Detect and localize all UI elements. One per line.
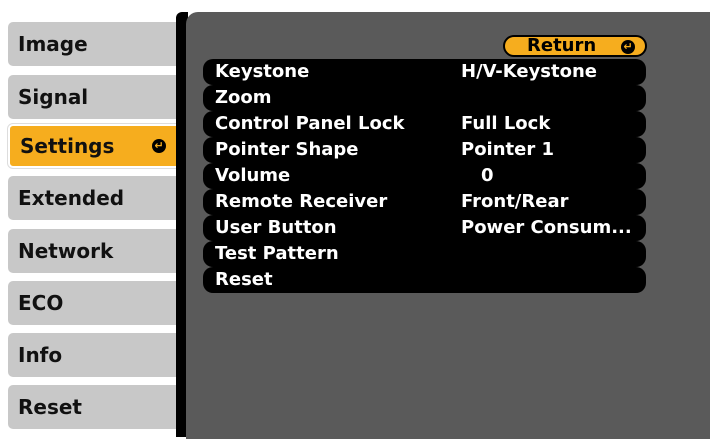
tab-eco[interactable]: ECO [8,281,180,325]
setting-value: Front/Rear [461,191,569,212]
tab-extended[interactable]: Extended [8,176,180,220]
tab-label: ECO [18,291,64,315]
enter-icon: ↵ [152,139,166,153]
setting-label: Pointer Shape [215,139,359,160]
tab-label: Extended [18,186,125,210]
setting-label: Test Pattern [215,243,339,264]
setting-row-volume[interactable]: Volume 0 [203,163,646,189]
setting-label: User Button [215,217,337,238]
setting-row-zoom[interactable]: Zoom [203,85,646,111]
menu-sidebar: Image Signal Settings ↵ Extended Network… [0,0,190,439]
setting-value: Pointer 1 [461,139,555,160]
tab-reset[interactable]: Reset [8,385,180,429]
tab-label: Image [18,32,88,56]
setting-row-remote-receiver[interactable]: Remote Receiver Front/Rear [203,189,646,215]
setting-label: Control Panel Lock [215,113,405,134]
tab-info[interactable]: Info [8,333,180,377]
setting-label: Volume [215,165,291,186]
tab-network[interactable]: Network [8,229,180,273]
return-label: Return [527,35,597,56]
return-button[interactable]: Return ↵ [503,35,647,57]
setting-row-control-panel-lock[interactable]: Control Panel Lock Full Lock [203,111,646,137]
setting-value: Full Lock [461,113,551,134]
tab-label: Reset [18,395,82,419]
tab-label: Info [18,343,63,367]
setting-label: Keystone [215,61,310,82]
setting-value: 0 [481,165,494,186]
enter-icon: ↵ [621,40,635,54]
tab-settings[interactable]: Settings ↵ [8,124,180,168]
setting-row-reset[interactable]: Reset [203,267,646,293]
setting-label: Zoom [215,87,272,108]
setting-label: Reset [215,269,273,290]
setting-label: Remote Receiver [215,191,388,212]
settings-list: Keystone H/V-Keystone Zoom Control Panel… [203,59,646,293]
setting-value: Power Consum... [461,217,632,238]
tab-label: Settings [20,134,115,158]
setting-row-user-button[interactable]: User Button Power Consum... [203,215,646,241]
tab-signal[interactable]: Signal [8,75,180,119]
tab-label: Network [18,239,114,263]
setting-value: H/V-Keystone [461,61,598,82]
setting-row-test-pattern[interactable]: Test Pattern [203,241,646,267]
tab-image[interactable]: Image [8,22,180,66]
setting-row-keystone[interactable]: Keystone H/V-Keystone [203,59,646,85]
tab-label: Signal [18,85,89,109]
setting-row-pointer-shape[interactable]: Pointer Shape Pointer 1 [203,137,646,163]
